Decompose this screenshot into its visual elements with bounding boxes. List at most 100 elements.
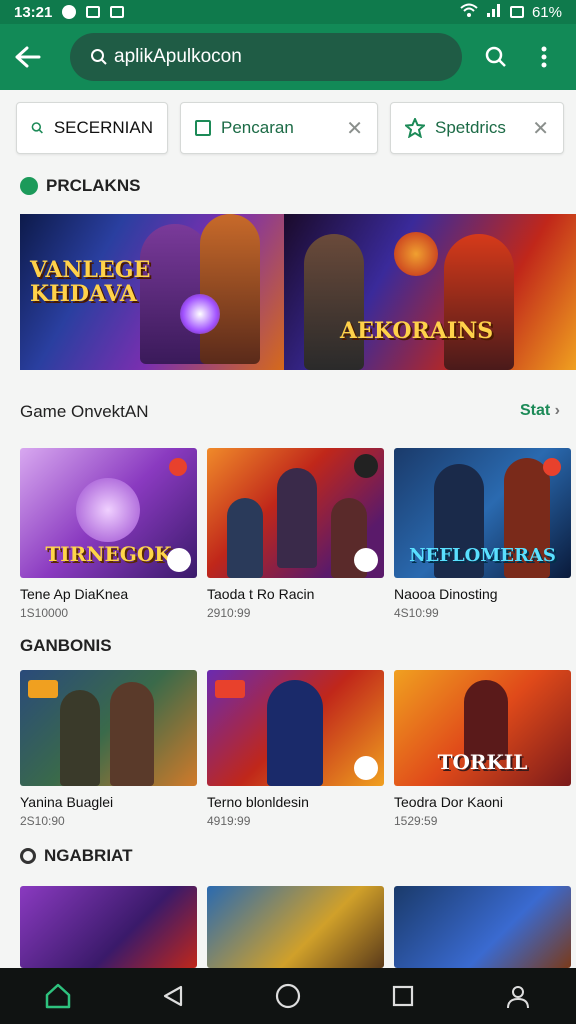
status-bar: 13:21 61% — [0, 0, 576, 24]
filter-chips: SECERNIAN Pencaran ✕ Spetdrics ✕ — [16, 102, 576, 154]
wifi-icon — [460, 3, 478, 21]
signal-icon — [486, 3, 502, 21]
search-input[interactable]: aplikApulkocon — [70, 33, 462, 81]
chip-label: SECERNIAN — [53, 118, 153, 137]
close-icon[interactable]: ✕ — [532, 116, 549, 141]
game-card[interactable]: Taoda t Ro Racin 2910:99 — [207, 448, 384, 620]
game-card[interactable]: NEFLOMERAS Naooa Dinosting 4S10:99 — [394, 448, 571, 620]
chip-spetdrics[interactable]: Spetdrics ✕ — [390, 102, 564, 154]
home-icon — [45, 983, 70, 1009]
app-icon — [354, 548, 378, 572]
emblem-icon — [394, 232, 438, 276]
glow-orb — [180, 294, 220, 334]
game-thumbnail: NEFLOMERAS — [394, 448, 571, 578]
home-tab-button[interactable] — [34, 972, 82, 1020]
search-button[interactable] — [472, 29, 520, 85]
gear-icon — [20, 848, 36, 864]
section-title: NGABRIAT — [44, 846, 133, 865]
back-arrow-icon — [15, 46, 41, 68]
profile-button[interactable] — [494, 972, 542, 1020]
game-thumbnail: TIRNEGOK — [20, 448, 197, 578]
section-header-row3: NGABRIAT — [20, 846, 132, 866]
banner-title: VANLEGE KHDAVA — [30, 257, 151, 307]
chip-search[interactable]: SECERNIAN — [16, 102, 168, 154]
game-card[interactable]: TORKIL Teodra Dor Kaoni 1529:59 — [394, 670, 571, 828]
game-name: Tene Ap DiaKnea — [20, 586, 129, 602]
chevron-right-icon: › — [554, 402, 560, 419]
hero-figure — [304, 234, 364, 370]
hero-figure — [444, 234, 514, 370]
app-icon — [354, 454, 378, 478]
game-thumbnail — [207, 670, 384, 786]
game-name: Teodra Dor Kaoni — [394, 794, 503, 810]
search-icon — [91, 49, 107, 65]
battery-level: 61% — [531, 3, 562, 21]
game-meta: 1S10000 — [20, 606, 69, 620]
back-triangle-icon — [163, 985, 182, 1007]
game-card[interactable] — [207, 886, 384, 968]
banner-card[interactable]: VANLEGE KHDAVA — [20, 214, 284, 370]
chip-label: Pencaran — [221, 118, 294, 137]
game-thumbnail — [207, 886, 384, 968]
game-name: Terno blonldesin — [207, 794, 309, 810]
checkbox-icon — [195, 120, 211, 136]
game-card[interactable]: Yanina Buaglei 2S10:90 — [20, 670, 197, 828]
game-logo: NEFLOMERAS — [409, 545, 556, 566]
badge-icon — [215, 680, 245, 698]
game-meta: 2S10:90 — [20, 814, 65, 828]
game-card[interactable]: TIRNEGOK Tene Ap DiaKnea 1S10000 — [20, 448, 197, 620]
recents-square-icon — [393, 985, 414, 1007]
hero-figure — [200, 214, 260, 364]
see-all-label: Stat — [519, 402, 551, 419]
person-icon — [507, 986, 530, 1009]
section-header-top: PRCLAKNS — [20, 176, 140, 196]
game-thumbnail — [20, 670, 197, 786]
close-icon[interactable]: ✕ — [346, 116, 363, 141]
home-circle-icon — [275, 983, 301, 1009]
search-icon — [31, 122, 43, 134]
game-card[interactable] — [394, 886, 571, 968]
chip-label: Spetdrics — [435, 118, 506, 137]
section-title: PRCLAKNS — [46, 176, 141, 195]
banner-card[interactable]: AEKORAINS — [284, 214, 576, 370]
chip-pencaran[interactable]: Pencaran ✕ — [180, 102, 378, 154]
section-title-row1: Game OnvektAN — [20, 402, 149, 421]
section-title-row2: GANBONIS — [20, 636, 112, 655]
game-meta: 4919:99 — [207, 814, 251, 828]
system-nav-bar — [0, 968, 576, 1024]
badge-icon — [169, 458, 187, 476]
game-card[interactable] — [20, 886, 197, 968]
app-icon — [354, 756, 378, 780]
badge-icon — [543, 458, 561, 476]
badge-icon — [28, 680, 58, 698]
see-all-link[interactable]: Stat › — [520, 402, 560, 420]
game-thumbnail — [394, 886, 571, 968]
game-thumbnail — [20, 886, 197, 968]
back-nav-button[interactable] — [149, 972, 197, 1020]
gallery-icon — [86, 6, 101, 18]
game-thumbnail — [207, 448, 384, 578]
game-card[interactable]: Terno blonldesin 4919:99 — [207, 670, 384, 828]
star-icon — [405, 118, 425, 138]
image-icon — [110, 6, 125, 18]
game-meta: 1529:59 — [394, 814, 438, 828]
game-thumbnail: TORKIL — [394, 670, 571, 786]
game-name: Taoda t Ro Racin — [207, 586, 315, 602]
banner-title: AEKORAINS — [340, 318, 494, 344]
featured-banner[interactable]: VANLEGE KHDAVA AEKORAINS — [20, 214, 576, 370]
status-time: 13:21 — [14, 3, 53, 21]
home-nav-button[interactable] — [264, 972, 312, 1020]
notification-icon — [62, 5, 77, 19]
recents-nav-button[interactable] — [379, 972, 427, 1020]
back-button[interactable] — [0, 29, 56, 85]
check-circle-icon — [20, 177, 38, 195]
app-bar: aplikApulkocon — [0, 24, 576, 90]
app-icon — [167, 548, 191, 572]
game-meta: 4S10:99 — [394, 606, 439, 620]
more-options-button[interactable] — [520, 29, 568, 85]
search-icon — [485, 46, 506, 67]
game-logo: TORKIL — [437, 750, 528, 774]
more-vert-icon — [541, 46, 547, 68]
game-name: Yanina Buaglei — [20, 794, 114, 810]
game-name: Naooa Dinosting — [394, 586, 498, 602]
